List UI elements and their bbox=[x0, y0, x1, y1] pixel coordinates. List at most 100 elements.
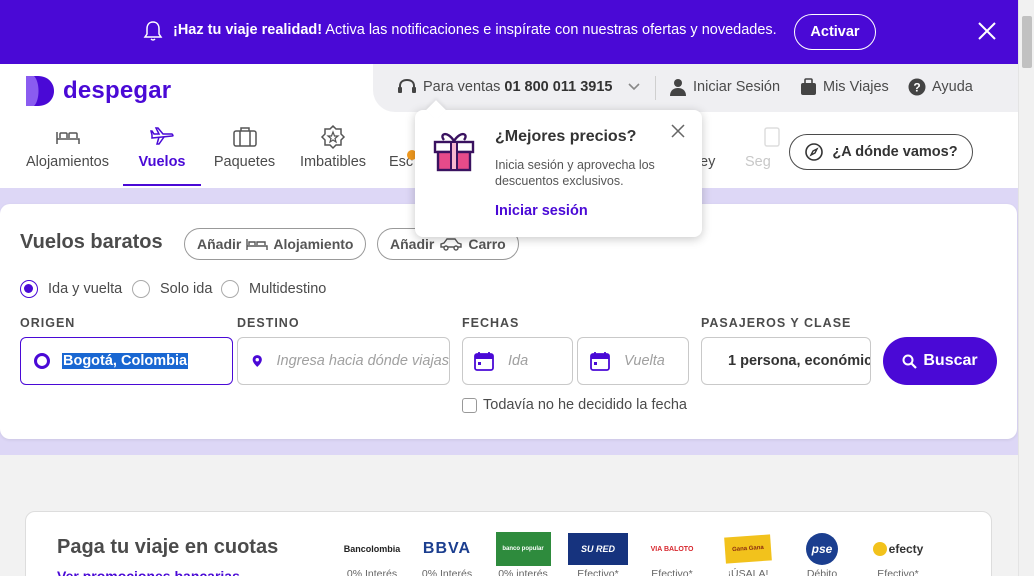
bank-bbva[interactable]: BBVA 0% Interés bbox=[415, 532, 479, 576]
departure-date-input[interactable]: Ida bbox=[462, 337, 573, 385]
sales-phone[interactable]: Para ventas 01 800 011 3915 bbox=[397, 78, 641, 96]
help-label: Ayuda bbox=[932, 79, 973, 95]
bank-efecty[interactable]: efecty Efectivo* bbox=[866, 532, 930, 576]
nav-tab-escapadas[interactable]: Esc bbox=[389, 124, 417, 186]
bed-icon bbox=[246, 239, 269, 250]
origin-value: Bogotá, Colombia bbox=[62, 353, 189, 369]
chevron-down-icon bbox=[628, 83, 641, 91]
gift-icon bbox=[433, 132, 475, 172]
nav-tab-vuelos[interactable]: Vuelos bbox=[123, 124, 201, 186]
pse-logo-text: pse bbox=[806, 533, 838, 565]
installments-card: Paga tu viaje en cuotas Ver promociones … bbox=[25, 511, 992, 576]
passengers-value: 1 persona, económica bbox=[728, 353, 871, 369]
trip-type-one-way[interactable]: Solo ida bbox=[132, 280, 212, 298]
login-link[interactable]: Iniciar Sesión bbox=[669, 78, 780, 96]
headset-icon bbox=[398, 78, 416, 93]
destination-input[interactable]: Ingresa hacia dónde viajas bbox=[237, 337, 450, 385]
ganagana-logo: Gana Gana bbox=[716, 532, 780, 566]
undecided-date-checkbox[interactable]: Todavía no he decidido la fecha bbox=[462, 397, 687, 413]
radio-button[interactable] bbox=[221, 280, 239, 298]
logo[interactable]: despegar bbox=[24, 74, 171, 108]
origin-circle-icon bbox=[34, 353, 50, 369]
radio-label: Solo ida bbox=[160, 281, 213, 297]
return-date-input[interactable]: Vuelta bbox=[577, 337, 689, 385]
banco-popular-logo: banco popular bbox=[491, 532, 555, 566]
bank-promos-link[interactable]: Ver promociones bancarias bbox=[57, 568, 240, 576]
radio-button[interactable] bbox=[132, 280, 150, 298]
plane-icon bbox=[150, 127, 174, 145]
ganagana-logo-text: Gana Gana bbox=[724, 534, 772, 564]
money-icon bbox=[700, 124, 720, 154]
origin-input[interactable]: Bogotá, Colombia bbox=[20, 337, 233, 385]
my-trips-link[interactable]: Mis Viajes bbox=[800, 78, 889, 96]
popup-login-link[interactable]: Iniciar sesión bbox=[495, 203, 588, 219]
banner-bold-text: ¡Haz tu viaje realidad! bbox=[173, 22, 323, 38]
activate-notifications-button[interactable]: Activar bbox=[794, 14, 876, 50]
banner-text: ¡Haz tu viaje realidad! Activa las notif… bbox=[173, 22, 777, 38]
checkbox[interactable] bbox=[462, 397, 477, 413]
scrollbar-thumb[interactable] bbox=[1022, 16, 1032, 68]
page-scrollbar[interactable] bbox=[1018, 0, 1034, 576]
getaway-icon bbox=[389, 124, 417, 160]
bank-caption: ¡ÚSALA! bbox=[727, 568, 769, 576]
nav-tab-seguros[interactable]: Seg bbox=[745, 124, 780, 186]
trip-type-multi[interactable]: Multidestino bbox=[221, 280, 326, 298]
bank-pse[interactable]: pse Débito bbox=[790, 532, 854, 576]
add-lodging-button[interactable]: Añadir Alojamiento bbox=[184, 228, 367, 260]
baloto-logo: VIA BALOTO bbox=[650, 545, 694, 553]
nav-tab-label: Imbatibles bbox=[299, 154, 367, 170]
origin-label: ORIGEN bbox=[20, 316, 76, 330]
efecty-logo-text: efecty bbox=[888, 542, 924, 556]
bank-sured[interactable]: SU RED Efectivo* bbox=[565, 532, 631, 576]
passengers-input[interactable]: 1 persona, económica bbox=[701, 337, 871, 385]
destination-label: DESTINO bbox=[237, 316, 300, 330]
trip-type-round-trip[interactable]: Ida y vuelta bbox=[20, 280, 122, 298]
bank-caption: Efectivo* bbox=[651, 568, 693, 576]
popup-title: ¿Mejores precios? bbox=[495, 128, 637, 145]
nav-tab-alojamientos[interactable]: Alojamientos bbox=[24, 124, 111, 186]
return-placeholder: Vuelta bbox=[624, 353, 665, 369]
calendar-icon bbox=[474, 352, 494, 371]
logo-text: despegar bbox=[63, 77, 172, 104]
nav-tab-paquetes[interactable]: Paquetes bbox=[213, 124, 276, 186]
bank-bancolombia[interactable]: Bancolombia 0% Interés bbox=[340, 532, 404, 576]
bed-icon bbox=[55, 132, 80, 144]
svg-text:?: ? bbox=[913, 81, 920, 95]
luggage-icon bbox=[801, 78, 816, 95]
nav-tab-money[interactable]: ey bbox=[700, 124, 720, 186]
insurance-icon bbox=[764, 127, 780, 147]
help-icon: ? bbox=[908, 78, 926, 96]
compass-icon bbox=[805, 143, 824, 161]
bank-caption: Efectivo* bbox=[577, 568, 619, 576]
add-car-label: Carro bbox=[468, 236, 506, 252]
banco-popular-logo-text: banco popular bbox=[495, 532, 551, 566]
add-prefix: Añadir bbox=[197, 236, 242, 252]
popup-description: Inicia sesión y aprovecha los descuentos… bbox=[495, 158, 655, 188]
user-icon bbox=[670, 79, 686, 96]
close-icon[interactable] bbox=[976, 20, 998, 42]
top-utility-bar: Para ventas 01 800 011 3915 Iniciar Sesió… bbox=[373, 64, 1018, 112]
sales-phone-number: 01 800 011 3915 bbox=[504, 79, 613, 95]
nav-tab-label: Seg bbox=[745, 154, 771, 170]
bank-caption: Efectivo* bbox=[877, 568, 919, 576]
login-promo-popup: ¿Mejores precios? Inicia sesión y aprove… bbox=[415, 100, 702, 237]
dates-label: FECHAS bbox=[462, 316, 520, 330]
search-icon bbox=[902, 354, 918, 369]
bank-caption: 0% interés bbox=[498, 568, 548, 576]
bancolombia-logo: Bancolombia bbox=[343, 544, 401, 554]
sured-logo-text: SU RED bbox=[568, 533, 628, 565]
search-button[interactable]: Buscar bbox=[883, 337, 997, 385]
bbva-logo: BBVA bbox=[422, 540, 472, 557]
where-to-go-label: ¿A dónde vamos? bbox=[832, 144, 958, 160]
departure-placeholder: Ida bbox=[508, 353, 529, 369]
close-icon[interactable] bbox=[671, 124, 685, 138]
bank-baloto[interactable]: VIA BALOTO Efectivo* bbox=[640, 532, 704, 576]
bank-ganagana[interactable]: Gana Gana ¡ÚSALA! bbox=[716, 532, 780, 576]
my-trips-label: Mis Viajes bbox=[823, 79, 889, 95]
radio-button[interactable] bbox=[20, 280, 38, 298]
nav-tab-label: Paquetes bbox=[213, 154, 276, 170]
nav-tab-imbatibles[interactable]: Imbatibles bbox=[297, 124, 369, 186]
where-to-go-button[interactable]: ¿A dónde vamos? bbox=[789, 134, 973, 170]
help-link[interactable]: ? Ayuda bbox=[908, 78, 973, 96]
bank-popular[interactable]: banco popular 0% interés bbox=[491, 532, 555, 576]
